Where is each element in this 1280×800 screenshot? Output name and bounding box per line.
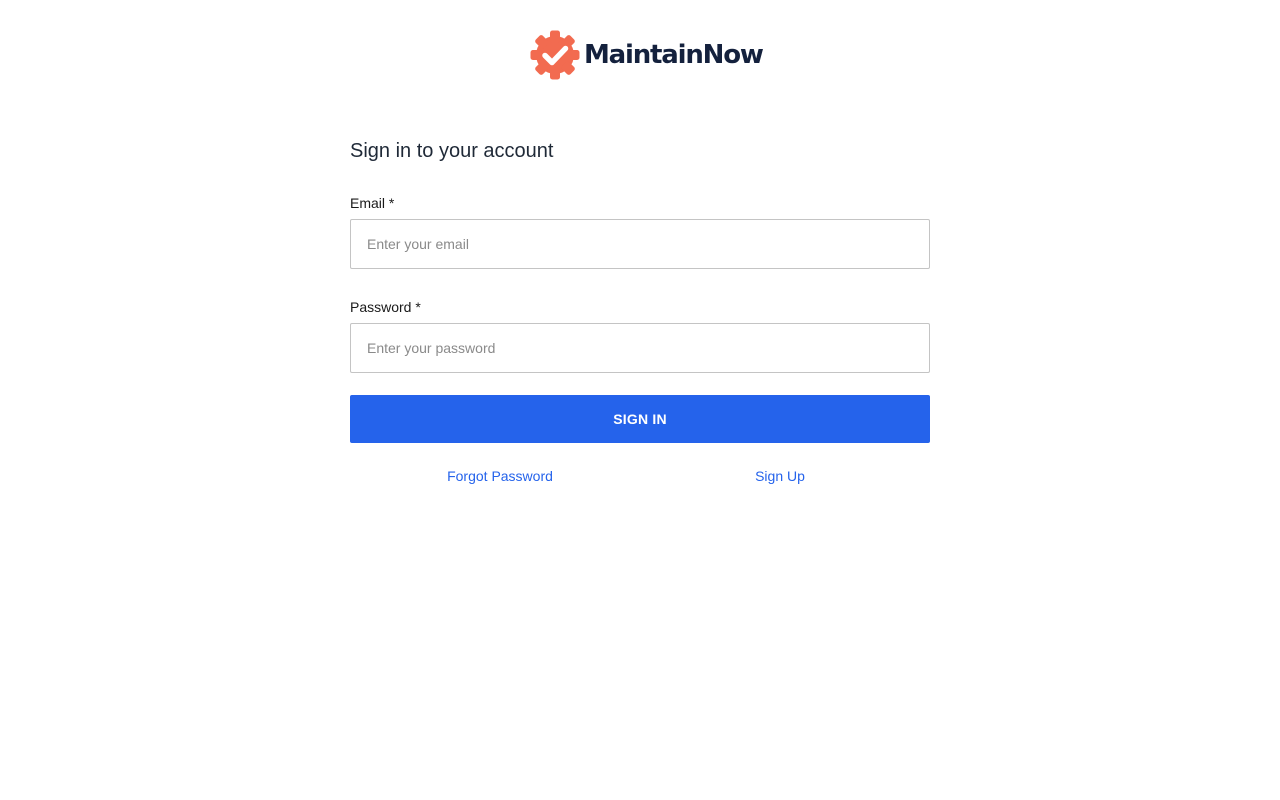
sign-in-form: Sign in to your account Email * Password…	[350, 140, 930, 486]
forgot-password-link[interactable]: Forgot Password	[447, 468, 553, 484]
password-label: Password *	[350, 299, 421, 315]
email-label: Email *	[350, 195, 395, 211]
sign-up-link[interactable]: Sign Up	[755, 468, 805, 484]
login-page: MaintainNow Sign in to your account Emai…	[0, 0, 1280, 800]
brand-logo: MaintainNow	[530, 30, 764, 80]
sign-in-button[interactable]: SIGN IN	[350, 395, 930, 443]
email-field[interactable]	[350, 219, 930, 269]
page-title: Sign in to your account	[350, 140, 554, 162]
password-field[interactable]	[350, 323, 930, 373]
brand-name: MaintainNow	[584, 40, 764, 70]
gear-check-icon	[530, 30, 580, 80]
auth-links: Forgot Password Sign Up	[350, 468, 930, 486]
